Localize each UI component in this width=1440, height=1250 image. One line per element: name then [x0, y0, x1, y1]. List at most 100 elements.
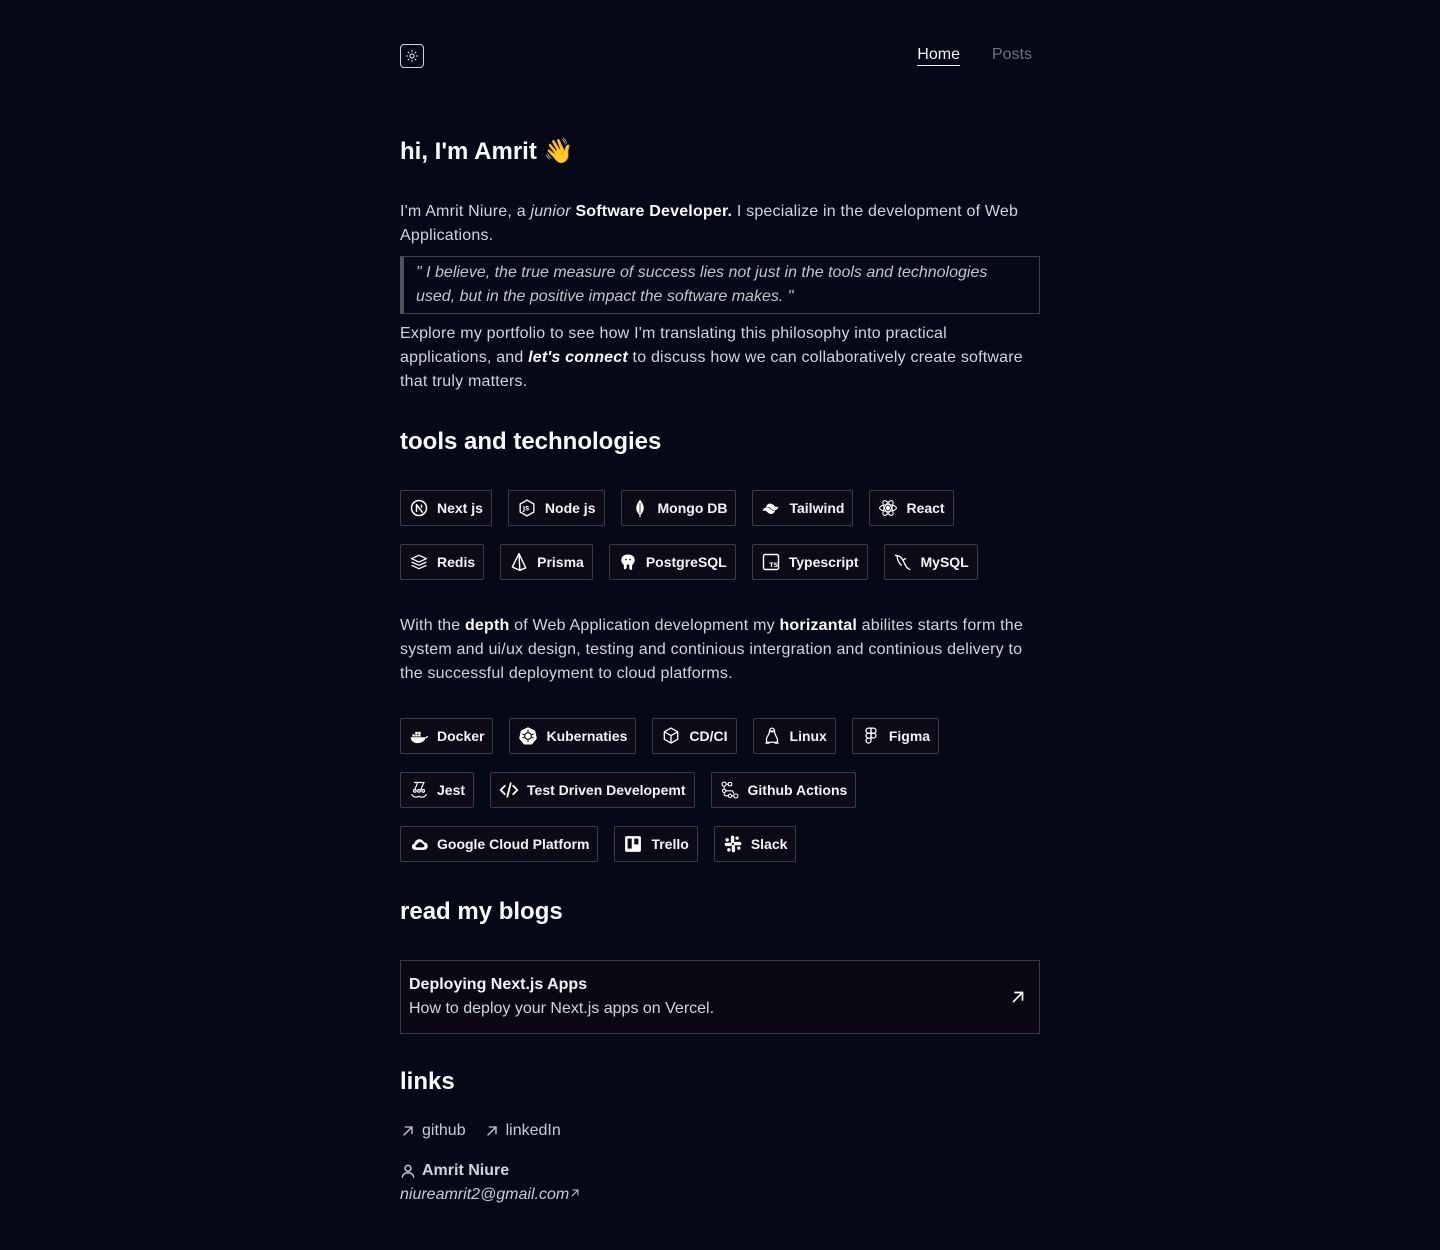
chip-mysql[interactable]: MySQL [883, 544, 978, 580]
chip-nodejs[interactable]: JS Node js [507, 490, 605, 526]
lets-connect-link[interactable]: let's connect [528, 349, 628, 366]
svg-text:JS: JS [522, 507, 529, 513]
chip-tailwind[interactable]: Tailwind [752, 490, 854, 526]
arrow-up-right-icon [1012, 991, 1024, 1003]
explore-paragraph: Explore my portfolio to see how I'm tran… [400, 322, 1040, 394]
chip-label: Typescript [788, 554, 859, 570]
chip-label: Trello [651, 836, 689, 852]
tools-row-2: Redis Prisma PostgreSQL TS Typescript My… [400, 544, 978, 580]
slack-icon [724, 835, 742, 853]
owner-name-label: Amrit Niure [422, 1162, 510, 1179]
nodejs-icon: JS [519, 499, 535, 517]
redis-icon [410, 554, 428, 570]
chip-docker[interactable]: Docker [400, 718, 494, 754]
chip-label: Slack [750, 836, 788, 852]
chip-tdd[interactable]: Test Driven Developemt [490, 772, 695, 808]
chip-figma[interactable]: Figma [851, 718, 940, 754]
postgresql-icon [621, 554, 635, 571]
mongodb-icon [635, 499, 644, 518]
typescript-icon: TS [762, 553, 779, 571]
chip-label: Jest [437, 782, 466, 798]
arrow-up-right-icon [486, 1126, 497, 1136]
links-title: links [400, 1068, 455, 1095]
chip-label: Github Actions [747, 782, 848, 798]
kubernetes-icon [519, 727, 538, 745]
chip-github-actions[interactable]: Github Actions [710, 772, 857, 808]
chip-mongodb[interactable]: Mongo DB [620, 490, 737, 526]
horizantal-word: horizantal [779, 617, 858, 634]
intro-prefix: I'm Amrit Niure, a [400, 203, 531, 220]
arrow-up-right-icon [571, 1189, 579, 1197]
chip-label: Prisma [537, 554, 584, 570]
chip-label: Next js [437, 500, 483, 516]
chip-gcp[interactable]: Google Cloud Platform [400, 826, 599, 862]
linkedin-link[interactable]: linkedIn [484, 1122, 561, 1140]
chip-label: Linux [789, 728, 827, 744]
github-link[interactable]: github [400, 1122, 466, 1140]
blog-card-description: How to deploy your Next.js apps on Verce… [409, 1000, 715, 1017]
intro-role: Software Developer. [575, 203, 733, 220]
blog-card-title: Deploying Next.js Apps [409, 976, 588, 993]
nav-posts-link[interactable]: Posts [992, 46, 1032, 66]
cube-icon [664, 727, 679, 744]
arrow-up-right-icon [403, 1126, 413, 1136]
intro-junior: junior [530, 203, 571, 220]
cloud-icon [411, 839, 428, 850]
chip-postgresql[interactable]: PostgreSQL [608, 544, 736, 580]
chip-label: Kubernaties [546, 728, 628, 744]
chip-kubernetes[interactable]: Kubernaties [509, 718, 637, 754]
user-icon [401, 1164, 415, 1178]
chip-trello[interactable]: Trello [614, 826, 698, 862]
react-icon [879, 500, 898, 516]
github-link-label: github [422, 1122, 466, 1139]
chip-label: Mongo DB [657, 500, 728, 516]
nav-links: Home Posts [917, 46, 1032, 66]
tools-row-1: Next js JS Node js Mongo DB Tailwind Rea… [400, 490, 954, 526]
chip-label: PostgreSQL [645, 554, 727, 570]
email-address: niureamrit2@gmail.com [400, 1186, 570, 1203]
docker-icon [410, 731, 429, 744]
nextjs-icon [410, 499, 428, 517]
skills-row-3: Google Cloud Platform Trello Slack [400, 826, 797, 862]
svg-text:TS: TS [769, 562, 778, 569]
chip-react[interactable]: React [869, 490, 954, 526]
chip-linux[interactable]: Linux [752, 718, 836, 754]
sun-icon [405, 49, 419, 63]
nav-home-link[interactable]: Home [917, 46, 960, 66]
tools-title: tools and technologies [400, 428, 662, 455]
chip-label: Google Cloud Platform [437, 836, 590, 852]
figma-icon [865, 727, 877, 744]
chip-jest[interactable]: Jest [400, 772, 475, 808]
chip-prisma[interactable]: Prisma [500, 544, 593, 580]
blog-card[interactable]: Deploying Next.js Apps How to deploy you… [400, 960, 1040, 1034]
jest-icon [410, 781, 428, 798]
tailwind-icon [763, 503, 779, 514]
chip-label: Figma [888, 728, 931, 744]
depth-paragraph: With the depth of Web Application develo… [400, 614, 1040, 686]
prisma-icon [511, 552, 527, 572]
chip-label: Docker [437, 728, 485, 744]
chip-typescript[interactable]: TS Typescript [751, 544, 868, 580]
skills-row-2: Jest Test Driven Developemt Github Actio… [400, 772, 857, 808]
chip-label: MySQL [920, 554, 969, 570]
chip-label: Test Driven Developemt [527, 782, 686, 798]
github-actions-icon [721, 781, 738, 799]
blogs-title: read my blogs [400, 898, 563, 925]
linkedin-link-label: linkedIn [505, 1122, 561, 1139]
mysql-icon [894, 554, 910, 571]
theme-toggle-button[interactable] [400, 44, 424, 68]
hero-title: hi, I'm Amrit 👋 [400, 138, 574, 165]
chip-cdci[interactable]: CD/CI [652, 718, 737, 754]
chip-label: React [906, 500, 945, 516]
chip-nextjs[interactable]: Next js [400, 490, 492, 526]
email-link[interactable]: niureamrit2@gmail.com [400, 1186, 581, 1204]
chip-label: Node js [544, 500, 596, 516]
chip-label: Redis [437, 554, 476, 570]
owner-name: Amrit Niure [400, 1162, 509, 1180]
chip-slack[interactable]: Slack [713, 826, 797, 862]
code-icon [499, 782, 519, 798]
chip-redis[interactable]: Redis [400, 544, 485, 580]
trello-icon [625, 836, 642, 852]
intro-paragraph: I'm Amrit Niure, a junior Software Devel… [400, 200, 1040, 248]
top-nav: Home Posts [400, 44, 1040, 68]
